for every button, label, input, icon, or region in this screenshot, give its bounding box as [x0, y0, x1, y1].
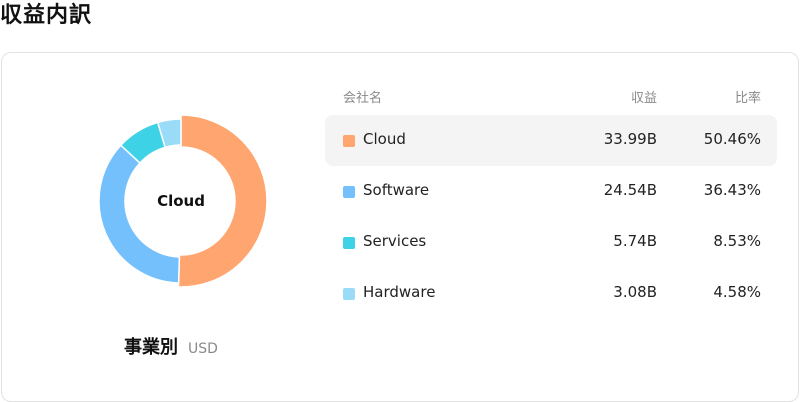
segment-name: Services — [363, 232, 427, 250]
revenue-table: 会社名 収益 比率 Cloud 33.99B 50.46% Software 2… — [325, 77, 777, 319]
legend-swatch — [343, 288, 355, 300]
donut-chart: Cloud — [95, 115, 267, 287]
segment-name: Hardware — [363, 283, 436, 301]
segment-ratio: 4.58% — [713, 283, 761, 301]
legend-swatch — [343, 186, 355, 198]
segment-revenue: 33.99B — [603, 130, 657, 148]
segment-revenue: 5.74B — [613, 232, 657, 250]
table-row-hardware[interactable]: Hardware 3.08B 4.58% — [325, 268, 777, 319]
segment-ratio: 50.46% — [703, 130, 761, 148]
segment-name: Cloud — [363, 130, 406, 148]
donut-center-label: Cloud — [157, 192, 205, 210]
currency-unit: USD — [188, 341, 218, 357]
page-title: 収益内訳 — [0, 3, 93, 28]
segment-ratio: 8.53% — [713, 232, 761, 250]
segment-ratio: 36.43% — [703, 181, 761, 199]
legend-swatch — [343, 237, 355, 249]
table-row-cloud[interactable]: Cloud 33.99B 50.46% — [325, 115, 777, 166]
table-row-software[interactable]: Software 24.54B 36.43% — [325, 166, 777, 217]
segment-revenue: 24.54B — [603, 181, 657, 199]
revenue-breakdown-card: Cloud 事業別 USD 会社名 収益 比率 Cloud 33.99B 50.… — [1, 52, 799, 402]
table-header: 会社名 収益 比率 — [325, 77, 777, 115]
header-company: 会社名 — [343, 91, 383, 106]
breakdown-title: 事業別 — [124, 337, 178, 358]
table-row-services[interactable]: Services 5.74B 8.53% — [325, 217, 777, 268]
legend-swatch — [343, 135, 355, 147]
header-revenue: 収益 — [630, 91, 657, 106]
segment-revenue: 3.08B — [613, 283, 657, 301]
breakdown-caption: 事業別 USD — [124, 333, 218, 359]
header-ratio: 比率 — [734, 91, 761, 106]
segment-name: Software — [363, 181, 430, 199]
